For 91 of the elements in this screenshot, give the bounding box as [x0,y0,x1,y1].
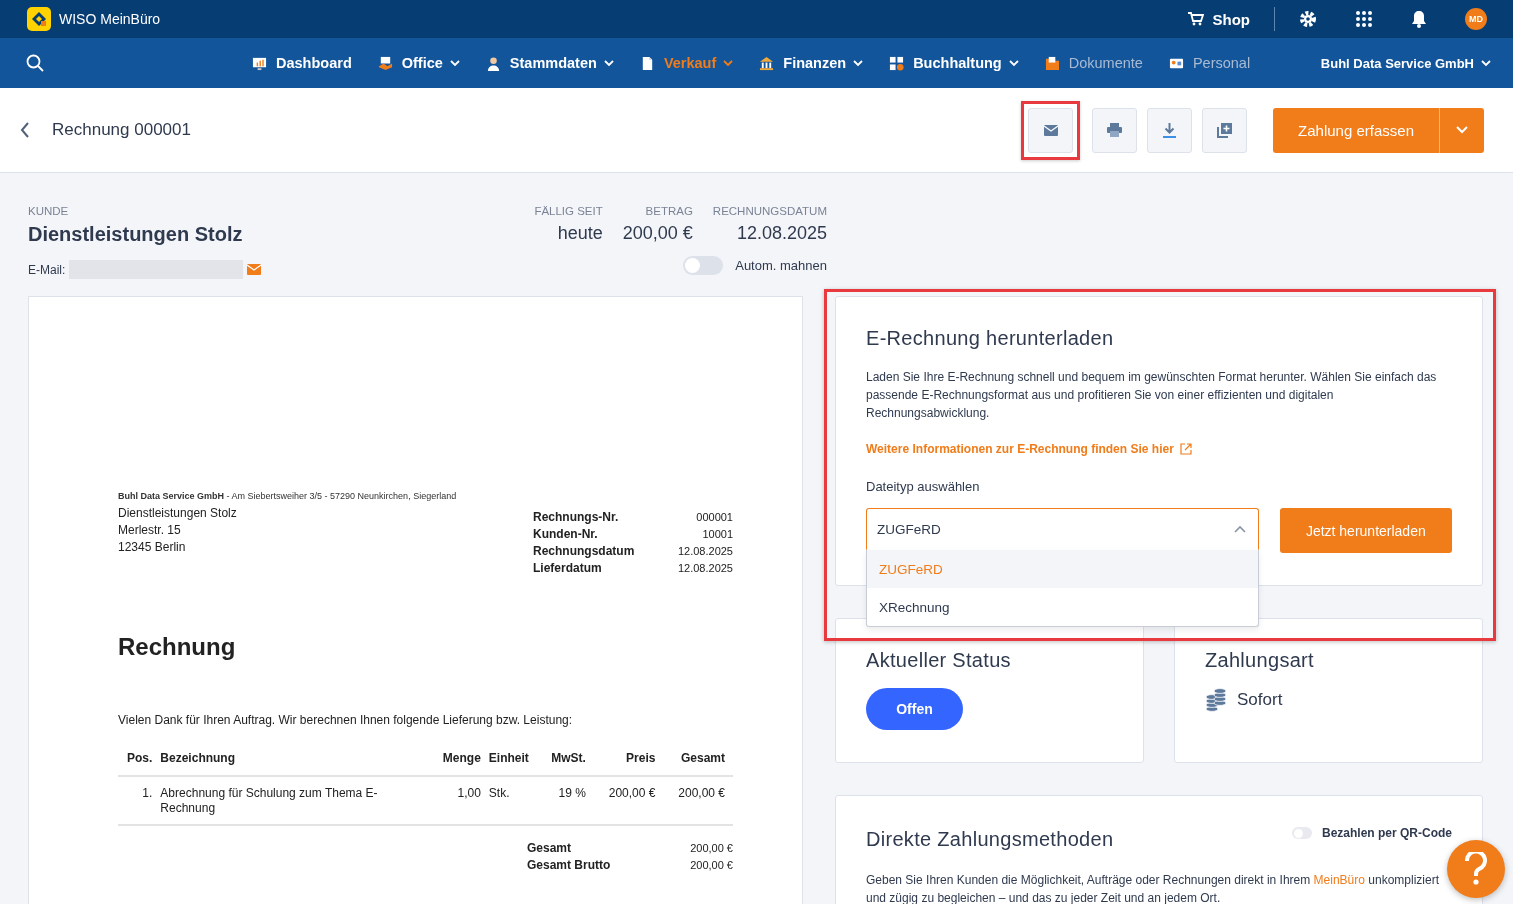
meta-label: Lieferdatum [533,560,603,577]
email-button[interactable] [1028,107,1074,153]
summary-value: 12.08.2025 [736,223,827,244]
card-title: Zahlungsart [1205,649,1315,672]
print-button[interactable] [1092,107,1138,153]
page-title: Rechnung 000001 [52,120,192,140]
grid-icon [889,55,905,71]
column-header: Gesamt [663,749,733,776]
app-name: WISO MeinBüro [59,11,161,27]
meta-label: Rechnungsdatum [533,543,636,560]
download-button[interactable] [1147,107,1193,153]
nav-item[interactable]: Office [377,55,460,71]
chevron-down-icon [1481,59,1491,67]
summary-value: heute [557,223,603,244]
nav-item[interactable]: Buchhaltung [889,55,1019,71]
meta-value: 10001 [701,527,733,542]
copy-plus-icon [1217,122,1233,138]
meta-value: 12.08.2025 [676,544,733,559]
table-cell: 200,00 € [593,776,664,825]
total-value: 200,00 € [689,858,733,873]
help-button[interactable] [1447,840,1505,898]
folder-icon [1044,55,1060,71]
table-cell: 200,00 € [663,776,733,825]
bank-icon [759,55,775,71]
customer-label: KUNDE [28,205,70,217]
table-cell: 1,00 [430,776,489,825]
column-header: Pos. [118,749,161,776]
card-title: E-Rechnung herunterladen [866,327,1115,350]
column-header: MwSt. [539,749,594,776]
column-header: Bezeichnung [160,749,431,776]
auto-remind-label: Autom. mahnen [735,258,827,273]
nav-item[interactable]: Finanzen [759,55,864,71]
customer-name: Dienstleistungen Stolz [28,223,244,246]
total-value: 200,00 € [689,841,733,856]
cart-icon [1187,12,1204,26]
app-logo-icon [27,7,51,31]
external-link-icon [1179,443,1192,455]
intro-text: Vielen Dank für Ihren Auftrag. Wir berechnen Ihnen folgende Lieferung bzw. Leistung: [118,713,574,727]
table-cell: 1. [118,776,161,825]
summary-label: FÄLLIG SEIT [534,205,603,217]
chevron-up-icon [1233,525,1246,533]
card-title: Direkte Zahlungsmethoden [866,828,1114,851]
download-icon [1163,122,1177,138]
address-line: Merlestr. 15 [118,522,182,539]
back-icon[interactable] [20,122,30,138]
meta-value: 12.08.2025 [676,561,733,576]
chart-icon [252,55,267,71]
meta-label: Rechnungs-Nr. [533,509,620,526]
meta-value: 000001 [695,510,733,525]
shop-button[interactable]: Shop [1187,10,1250,28]
column-header: Einheit [488,749,540,776]
settings-icon[interactable] [1299,10,1317,28]
summary-value: 200,00 € [622,223,693,244]
question-mark-icon [1464,852,1488,886]
address-line: Dienstleistungen Stolz [118,505,237,522]
total-label: Gesamt Brutto [527,857,612,874]
column-header: Preis [593,749,664,776]
address-line: 12345 Berlin [118,539,187,556]
company-selector[interactable]: Buhl Data Service GmbH [1320,55,1491,71]
chevron-down-icon[interactable] [1456,126,1468,134]
status-badge: Offen [866,688,963,730]
field-label: Dateityp auswählen [866,479,981,494]
table-cell: Abrechnung für Schulung zum Thema E-Rechnung [160,776,431,825]
apps-grid-icon[interactable] [1355,10,1373,28]
sender-line: Buhl Data Service GmbH - Am Siebertsweiher 3/5 - 57290 Neunkirchen, Siegerland [118,491,458,501]
auto-remind-toggle[interactable] [683,256,724,275]
nav-item[interactable]: Stammdaten [485,55,614,71]
payment-type-value: Sofort [1237,690,1283,710]
coins-icon [1205,688,1227,712]
nav-item[interactable]: Dashboard [252,55,352,71]
summary-label: RECHNUNGSDATUM [712,205,827,217]
meta-label: Kunden-Nr. [533,526,599,543]
envelope-icon[interactable] [247,264,262,275]
bell-icon[interactable] [1411,10,1427,28]
search-icon[interactable] [26,54,44,72]
card-title: Aktueller Status [866,649,1012,672]
email-label: E-Mail: [28,262,66,277]
table-cell: 19 % [539,776,594,825]
table-cell: Stk. [488,776,540,825]
column-header: Menge [430,749,489,776]
total-label: Gesamt [527,840,573,857]
handshake-icon [377,55,393,71]
duplicate-button[interactable] [1202,107,1248,153]
person-icon [485,55,501,71]
printer-icon [1107,123,1123,137]
dropdown-option[interactable]: XRechnung [867,588,1258,626]
envelope-icon [1043,124,1058,136]
qr-code-label: Bezahlen per QR-Code [1321,826,1452,840]
description-text: Laden Sie Ihre E-Rechnung schnell und bequem im gewünschten Format herunter. Wählen Sie einfach das passende E-Rechnungsformat aus und profitieren Sie von einer effizienten und digitalen Rechnungsabwicklung. [866,369,1438,422]
document-title: Rechnung [118,633,237,661]
summary-label: BETRAG [645,205,693,217]
